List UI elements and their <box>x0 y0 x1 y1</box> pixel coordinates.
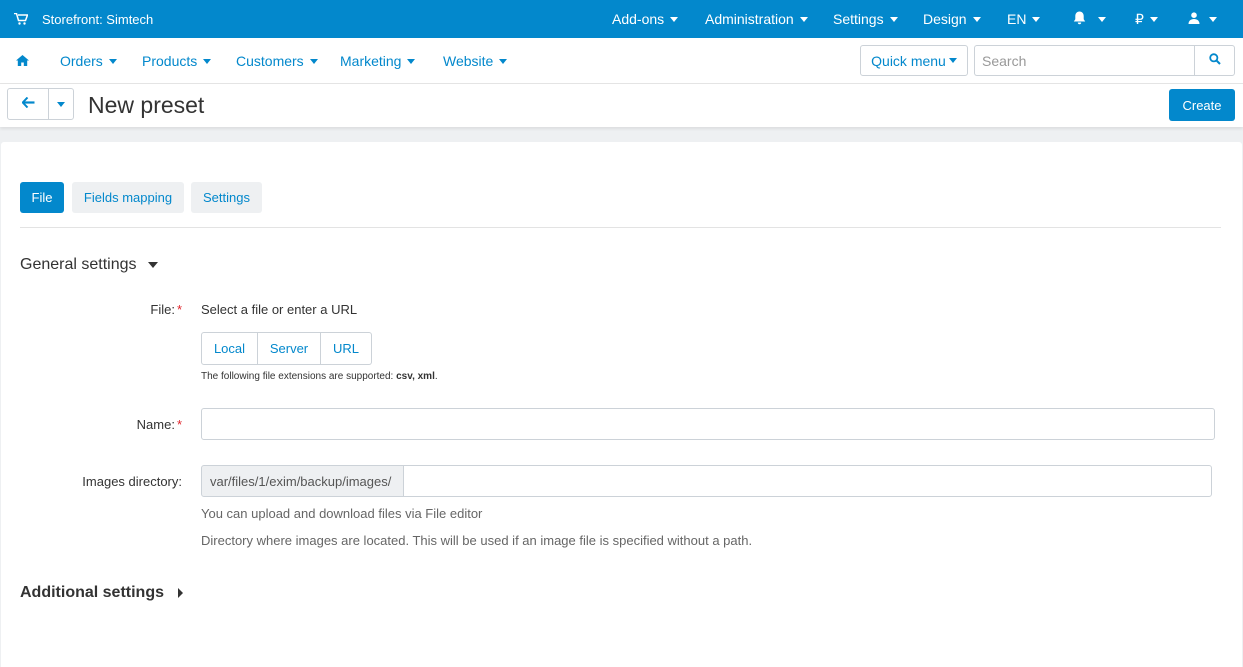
additional-settings-title: Additional settings <box>20 584 164 601</box>
caret-down-icon <box>1149 16 1158 22</box>
nav-customers-label: Customers <box>236 53 304 69</box>
nav-products[interactable]: Products <box>142 38 212 84</box>
source-url-button[interactable]: URL <box>321 332 372 365</box>
additional-settings-toggle[interactable]: Additional settings <box>20 583 183 603</box>
general-settings-toggle[interactable]: General settings <box>20 255 158 275</box>
title-bar: New preset Create <box>0 84 1243 127</box>
nav-orders-label: Orders <box>60 53 103 69</box>
caret-down-icon <box>309 58 318 64</box>
menu-notifications[interactable] <box>1073 0 1106 38</box>
menu-settings-label: Settings <box>833 11 884 27</box>
bell-icon <box>1073 11 1086 28</box>
caret-down-icon <box>1032 16 1041 22</box>
caret-down-icon <box>889 16 898 22</box>
search-button[interactable] <box>1194 45 1235 76</box>
top-bar: Storefront: Simtech Add-ons Administrati… <box>0 0 1243 38</box>
ext-hint-exts: csv, xml <box>396 371 435 382</box>
images-help-directory: Directory where images are located. This… <box>201 533 753 548</box>
general-settings-title: General settings <box>20 256 137 273</box>
caret-down-icon <box>203 58 212 64</box>
nav-website-label: Website <box>443 53 494 69</box>
source-local-button[interactable]: Local <box>201 332 258 365</box>
back-button[interactable] <box>7 88 49 120</box>
cart-icon <box>14 13 32 25</box>
caret-down-icon <box>57 101 65 107</box>
name-label-text: Name: <box>136 417 175 432</box>
user-icon <box>1188 11 1200 27</box>
caret-down-icon <box>1098 16 1106 22</box>
tab-settings[interactable]: Settings <box>191 182 262 213</box>
menu-administration-label: Administration <box>705 11 794 27</box>
caret-down-icon <box>147 262 158 268</box>
caret-down-icon <box>108 58 117 64</box>
menu-user[interactable] <box>1188 0 1217 38</box>
menu-language[interactable]: EN <box>1007 0 1041 38</box>
name-label: Name: * <box>137 417 182 432</box>
menu-administration[interactable]: Administration <box>705 0 808 38</box>
caret-down-icon <box>407 58 416 64</box>
caret-right-icon <box>178 588 183 598</box>
content-panel: File Fields mapping Settings General set… <box>1 142 1242 667</box>
images-help-file-editor: You can upload and download files via Fi… <box>201 506 483 521</box>
caret-down-icon <box>1209 16 1217 22</box>
required-mark: * <box>176 302 182 317</box>
nav-marketing[interactable]: Marketing <box>340 38 416 84</box>
file-extensions-hint: The following file extensions are suppor… <box>201 371 438 382</box>
nav-customers[interactable]: Customers <box>236 38 318 84</box>
storefront-label: Storefront: Simtech <box>42 11 154 27</box>
arrow-left-icon <box>20 95 35 113</box>
create-button[interactable]: Create <box>1169 89 1235 121</box>
nav-marketing-label: Marketing <box>340 53 402 69</box>
nav-products-label: Products <box>142 53 198 69</box>
images-directory-prefix: var/files/1/exim/backup/images/ <box>201 465 404 497</box>
nav-website[interactable]: Website <box>443 38 508 84</box>
back-dropdown-button[interactable] <box>48 88 74 120</box>
menu-currency-label: ₽ <box>1135 10 1144 27</box>
search-icon <box>1208 52 1221 70</box>
tab-file[interactable]: File <box>20 182 64 213</box>
menu-add-ons[interactable]: Add-ons <box>612 0 679 38</box>
tabs-divider <box>20 227 1221 228</box>
quick-menu-button[interactable]: Quick menu <box>860 45 968 76</box>
page-title: New preset <box>88 92 205 118</box>
caret-down-icon <box>972 16 981 22</box>
ext-hint-prefix: The following file extensions are suppor… <box>201 371 397 382</box>
menu-language-label: EN <box>1007 11 1027 27</box>
menu-settings[interactable]: Settings <box>833 0 898 38</box>
caret-down-icon <box>799 16 808 22</box>
caret-down-icon <box>670 16 679 22</box>
main-nav: Orders Products Customers Marketing Webs… <box>0 38 1243 84</box>
nav-orders[interactable]: Orders <box>60 38 117 84</box>
source-server-button[interactable]: Server <box>258 332 321 365</box>
file-label-text: File: <box>150 302 175 317</box>
menu-design-label: Design <box>923 11 967 27</box>
tab-fields-mapping[interactable]: Fields mapping <box>72 182 184 213</box>
images-directory-label: Images directory: <box>82 474 182 489</box>
images-directory-field[interactable] <box>403 465 1212 497</box>
quick-menu-label: Quick menu <box>871 52 946 69</box>
menu-currency[interactable]: ₽ <box>1135 0 1158 38</box>
name-field[interactable] <box>201 408 1215 440</box>
menu-add-ons-label: Add-ons <box>612 11 665 27</box>
ext-hint-suffix: . <box>434 371 438 382</box>
caret-down-icon <box>948 58 957 63</box>
file-source-group: Local Server URL <box>201 332 372 365</box>
file-prompt: Select a file or enter a URL <box>201 302 358 317</box>
file-label: File: * <box>150 302 182 317</box>
home-icon <box>16 53 29 69</box>
menu-design[interactable]: Design <box>923 0 981 38</box>
home-link[interactable] <box>16 38 29 84</box>
required-mark: * <box>176 417 182 432</box>
caret-down-icon <box>499 58 508 64</box>
search-input[interactable] <box>974 45 1195 76</box>
storefront-selector[interactable]: Storefront: Simtech <box>14 0 153 38</box>
